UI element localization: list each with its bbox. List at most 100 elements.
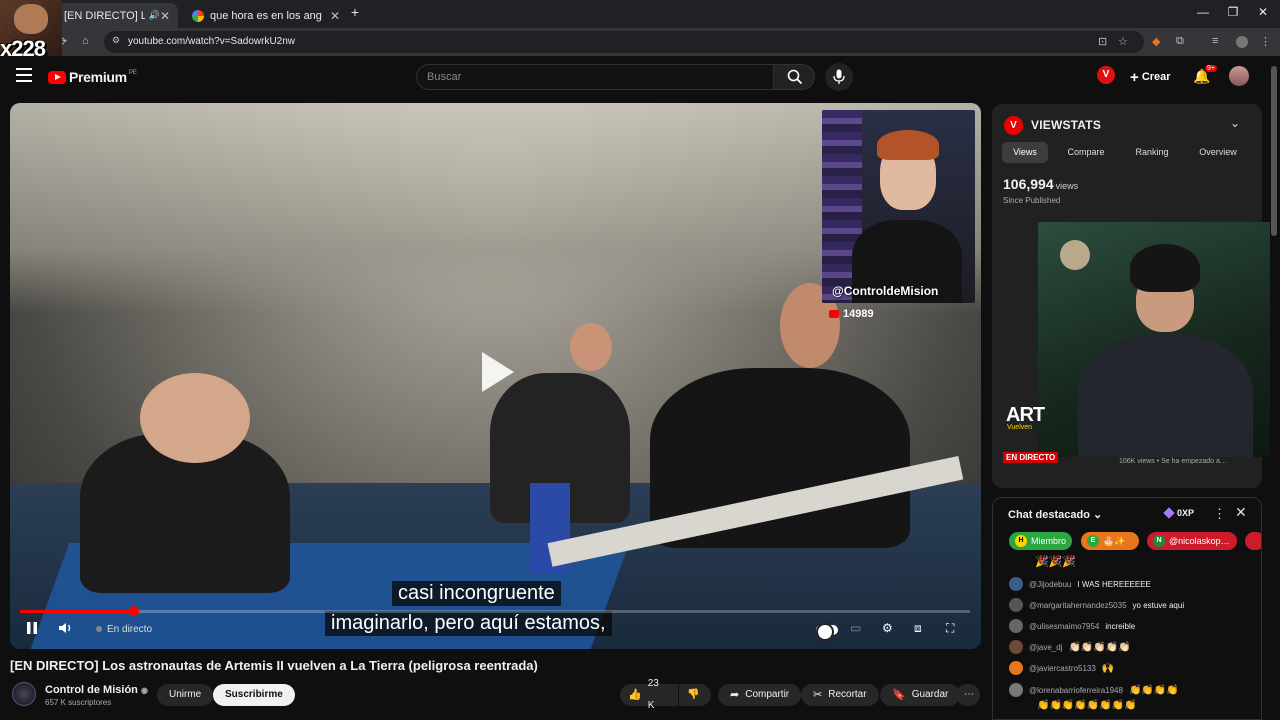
brand-label: Premium (69, 69, 127, 85)
youtube-logo[interactable]: Premium PE (48, 69, 137, 85)
youtube-header: Premium PE Buscar V + Crear 🔔 9+ (0, 56, 1280, 100)
scrollbar-thumb[interactable] (1271, 66, 1277, 236)
like-button[interactable]: 👍 23 K (620, 678, 678, 711)
chat-message: @ulisesmaimo7954 increible (1009, 619, 1135, 633)
views-unit: views (1055, 181, 1079, 191)
webcam-body (1078, 334, 1253, 457)
live-chat: Chat destacado ⌄ 0XP ⋮ ✕ H Miembro E 🎂✨ … (992, 497, 1262, 720)
webcam-hair (1130, 244, 1200, 292)
recommended-meta: 106K views • Se ha empezado a… (1119, 458, 1227, 465)
share-button[interactable]: ➦ Compartir (718, 684, 802, 706)
settings-button[interactable]: ⚙ (882, 621, 893, 635)
chat-text: I WAS HEREEEEEE (1077, 579, 1151, 589)
extensions-icon[interactable]: ⧉ (1176, 35, 1184, 48)
play-overlay-icon[interactable] (482, 352, 514, 392)
chip-more[interactable] (1245, 532, 1261, 550)
dislike-button[interactable]: 👎 (679, 684, 711, 706)
channel-avatar[interactable] (12, 682, 36, 706)
pip-streamer-cam (822, 110, 975, 303)
media-icon[interactable]: ≡ (1212, 35, 1218, 47)
pip-hair (877, 130, 939, 160)
pip-count-value: 14989 (843, 308, 874, 320)
youtube-play-icon (48, 70, 66, 84)
minimize-button[interactable]: — (1188, 5, 1218, 19)
chat-avatar (1009, 683, 1023, 697)
microphone-icon (833, 69, 845, 84)
save-label: Guardar (911, 689, 949, 700)
tab-search[interactable]: que hora es en los angeles - Bu ✕ (184, 3, 348, 28)
tab-label: [EN DIRECTO] Los astron… (64, 9, 145, 22)
verified-icon: ◉ (140, 686, 148, 695)
tab-live-video[interactable]: [EN DIRECTO] Los astron… 🔊 ✕ (56, 3, 178, 28)
miniplayer-icon: ⧈ (914, 621, 922, 635)
chat-avatar (1009, 577, 1023, 591)
home-icon[interactable]: ⌂ (82, 35, 89, 47)
xp-value: 0XP (1177, 508, 1195, 518)
chat-user: @lorenabarrioferreira1948 (1029, 685, 1123, 695)
tab-compare[interactable]: Compare (1056, 142, 1116, 163)
save-button[interactable]: 🔖 Guardar (880, 684, 961, 706)
views-since: Since Published (1003, 196, 1061, 205)
notifications-button[interactable]: 🔔 9+ (1193, 65, 1217, 86)
volume-button[interactable] (58, 621, 74, 638)
progress-scrubber[interactable] (129, 606, 139, 616)
speaker-icon[interactable]: 🔊 (149, 10, 160, 21)
join-button[interactable]: Unirme (157, 684, 214, 706)
bookmark-star-icon[interactable]: ☆ (1118, 35, 1128, 48)
fullscreen-icon: ⛶ (946, 621, 955, 635)
browser-menu-icon[interactable]: ⋮ (1260, 35, 1271, 48)
profile-icon[interactable] (1236, 36, 1248, 48)
site-info-icon[interactable]: ⚙ (112, 35, 120, 46)
close-tab-icon[interactable]: ✕ (160, 9, 170, 23)
search-button[interactable] (773, 64, 815, 90)
new-tab-button[interactable]: + (340, 4, 370, 20)
channel-name[interactable]: Control de Misión ◉ (45, 684, 148, 696)
tab-ranking[interactable]: Ranking (1124, 142, 1180, 163)
close-icon[interactable]: ✕ (1235, 504, 1247, 521)
tab-overview[interactable]: Overview (1188, 142, 1248, 163)
chat-avatar (1009, 640, 1023, 654)
pause-button[interactable] (26, 621, 38, 638)
autoplay-toggle[interactable] (816, 623, 838, 641)
viewstats-extension-button[interactable]: V (1097, 66, 1115, 84)
close-tab-icon[interactable]: ✕ (330, 9, 340, 23)
create-button[interactable]: + Crear (1130, 69, 1171, 86)
extension-fox-icon[interactable]: ◆ (1152, 35, 1160, 48)
subtitles-button[interactable]: ▭ (850, 621, 861, 635)
chevron-down-icon: ⌄ (1092, 509, 1103, 521)
volume-icon (59, 623, 71, 633)
chat-menu-icon[interactable]: ⋮ (1213, 506, 1226, 522)
chat-avatar (1009, 661, 1023, 675)
clip-button[interactable]: ✂ Recortar (801, 684, 879, 706)
captions-icon: ▭ (850, 621, 862, 635)
voice-search-button[interactable] (825, 63, 853, 91)
more-actions-button[interactable]: ⋯ (956, 684, 980, 706)
chip-e[interactable]: E 🎂✨ (1081, 532, 1139, 550)
streamer-webcam (1038, 222, 1274, 457)
chip-n[interactable]: N @nicolaskop… (1147, 532, 1237, 550)
chevron-down-icon[interactable]: ⌄ (1230, 116, 1240, 130)
account-avatar[interactable] (1229, 66, 1249, 86)
live-indicator[interactable]: En directo (96, 624, 152, 635)
chip-member[interactable]: H Miembro (1009, 532, 1073, 550)
progress-bar[interactable] (20, 610, 970, 613)
notification-badge: 9+ (1205, 65, 1217, 72)
chat-avatar (1009, 598, 1023, 612)
browser-tab-bar: [EN DIRECTO] Los astron… 🔊 ✕ que hora es… (0, 0, 1280, 28)
subscriber-count: 657 K suscriptores (45, 698, 112, 707)
miniplayer-button[interactable]: ⧈ (914, 621, 922, 636)
close-window-button[interactable]: ✕ (1248, 5, 1278, 19)
tab-views[interactable]: Views (1002, 142, 1048, 163)
views-value: 106,994 (1003, 176, 1054, 192)
fullscreen-button[interactable]: ⛶ (946, 621, 954, 636)
install-icon[interactable]: ⊡ (1098, 35, 1107, 48)
hamburger-menu-icon[interactable] (16, 68, 32, 82)
thumbs-up-icon: 👍 (628, 689, 642, 701)
url-field[interactable]: youtube.com/watch?v=SadowrkU2nw (104, 31, 1144, 53)
search-input[interactable]: Buscar (416, 64, 774, 90)
chat-title-dropdown[interactable]: Chat destacado ⌄ (1008, 508, 1102, 521)
subscribe-button[interactable]: Suscribirme (213, 684, 295, 706)
xp-badge[interactable]: 0XP (1163, 507, 1195, 519)
maximize-button[interactable]: ❐ (1218, 5, 1248, 19)
chat-text: increible (1105, 621, 1136, 631)
